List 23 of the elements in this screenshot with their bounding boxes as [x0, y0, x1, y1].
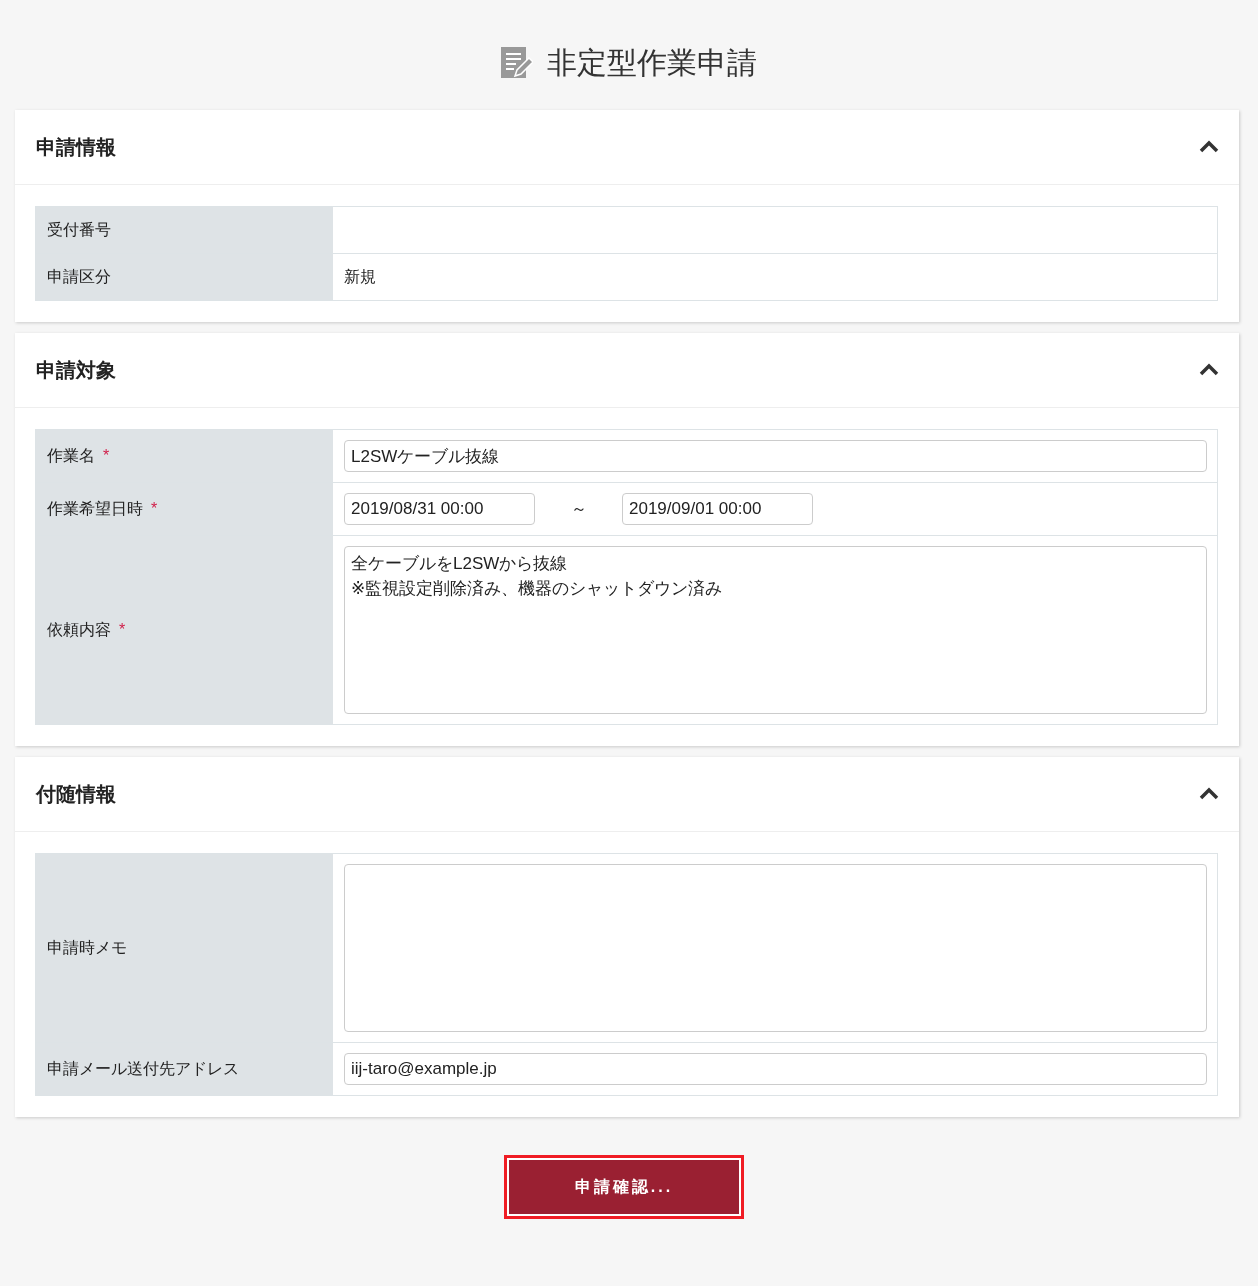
- input-field[interactable]: iij-taro@example.jp: [344, 1053, 1207, 1085]
- input-field[interactable]: L2SWケーブル抜線: [344, 440, 1207, 472]
- field-label: 作業希望日時: [47, 498, 143, 519]
- required-mark: *: [103, 447, 110, 465]
- document-edit-icon: [501, 46, 533, 80]
- field-label: 申請区分: [47, 266, 111, 287]
- required-mark: *: [151, 500, 158, 518]
- section-title: 付随情報: [36, 781, 116, 807]
- required-mark: *: [119, 621, 126, 639]
- range-separator: ～: [569, 498, 588, 519]
- field-label: 受付番号: [47, 219, 111, 240]
- page-title: 非定型作業申請: [547, 44, 757, 81]
- field-label: 依頼内容: [47, 619, 111, 640]
- date-field[interactable]: 2019/09/01 00:00: [622, 493, 813, 525]
- field-label: 作業名: [47, 445, 95, 466]
- date-field[interactable]: 2019/08/31 00:00: [344, 493, 535, 525]
- text-area[interactable]: 全ケーブルをL2SWから抜線 ※監視設定削除済み、機器のシャットダウン済み: [344, 546, 1207, 714]
- field-value: 新規: [344, 266, 376, 287]
- section-title: 申請情報: [36, 134, 116, 160]
- field-label: 申請メール送付先アドレス: [47, 1058, 239, 1079]
- field-label: 申請時メモ: [47, 937, 127, 958]
- section-title: 申請対象: [36, 357, 116, 383]
- submit-button[interactable]: 申請確認...: [504, 1155, 744, 1219]
